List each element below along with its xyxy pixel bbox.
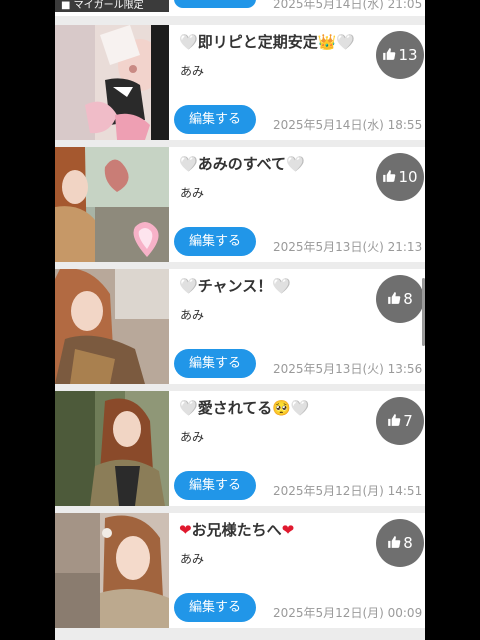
post-title: 🤍愛されてる🥺🤍 [178, 397, 310, 418]
like-count: 8 [403, 290, 413, 308]
post-title-text: あみのすべて [197, 155, 287, 173]
heart-icon: 🤍 [178, 154, 198, 173]
partial-date: 2025年5月14日(水) 21:05 [273, 0, 423, 11]
heart-icon: 🤍 [272, 276, 292, 295]
like-badge[interactable]: 13 [376, 31, 424, 79]
partial-thumbnail[interactable]: ■ マイガール限定 [55, 0, 169, 12]
post-title-text: チャンス！ [197, 277, 273, 295]
heart-icon: 🤍 [178, 276, 198, 295]
post-thumbnail[interactable] [55, 513, 169, 628]
heart-icon: 🤍 [178, 32, 198, 51]
scrollbar[interactable] [422, 278, 425, 346]
heart-icon: 🤍 [336, 32, 356, 51]
like-count: 13 [398, 46, 418, 64]
like-count: 8 [403, 534, 413, 552]
edit-button[interactable]: 編集する [174, 349, 256, 378]
post-date: 2025年5月13日(火) 21:13 [273, 240, 423, 254]
edit-button[interactable]: 編集する [174, 227, 256, 256]
post-card: 🤍愛されてる🥺🤍 あみ 編集する 2025年5月12日(月) 14:51 7 [55, 391, 425, 506]
heart-icon: 🤍 [285, 154, 305, 173]
post-card: ❤お兄様たちへ❤ あみ 編集する 2025年5月12日(月) 00:09 8 [55, 513, 425, 628]
edit-button[interactable]: 編集する [174, 593, 256, 622]
heart-icon: ❤ [179, 521, 192, 539]
post-date: 2025年5月12日(月) 00:09 [273, 606, 423, 620]
post-thumbnail[interactable] [55, 147, 169, 262]
thumbs-up-icon [382, 168, 396, 187]
post-date: 2025年5月12日(月) 14:51 [273, 484, 423, 498]
heart-icon: 🤍 [178, 398, 198, 417]
post-thumbnail[interactable] [55, 391, 169, 506]
post-title-text: 愛されてる🥺 [197, 399, 291, 417]
thumbs-up-icon [382, 46, 396, 65]
post-title-text: 即リピと定期安定👑 [197, 33, 337, 51]
thumbs-up-icon [387, 534, 401, 553]
like-badge[interactable]: 7 [376, 397, 424, 445]
post-title: 🤍あみのすべて🤍 [178, 153, 305, 174]
edit-button[interactable]: 編集する [174, 471, 256, 500]
post-thumbnail[interactable] [55, 269, 169, 384]
post-title: 🤍チャンス！🤍 [178, 275, 292, 296]
heart-icon: ❤ [281, 521, 295, 539]
post-thumbnail[interactable] [55, 25, 169, 140]
post-date: 2025年5月13日(火) 13:56 [273, 362, 423, 376]
partial-edit-button[interactable] [174, 0, 256, 8]
post-list-screen: ■ マイガール限定 2025年5月14日(水) 21:05 🤍即リピと定期安定👑… [55, 0, 425, 640]
post-author: あみ [180, 186, 205, 200]
post-card: 🤍あみのすべて🤍 あみ 編集する 2025年5月13日(火) 21:13 10 [55, 147, 425, 262]
partial-post-top: ■ マイガール限定 2025年5月14日(水) 21:05 [55, 0, 425, 16]
like-count: 7 [403, 412, 413, 430]
post-card: 🤍チャンス！🤍 あみ 編集する 2025年5月13日(火) 13:56 8 [55, 269, 425, 384]
post-author: あみ [180, 64, 205, 78]
post-author: あみ [180, 308, 205, 322]
like-count: 10 [398, 168, 418, 186]
post-title: 🤍即リピと定期安定👑🤍 [178, 31, 356, 52]
like-badge[interactable]: 10 [376, 153, 424, 201]
post-card: 🤍即リピと定期安定👑🤍 あみ 編集する 2025年5月14日(水) 18:55 … [55, 25, 425, 140]
like-badge[interactable]: 8 [376, 519, 424, 567]
post-date: 2025年5月14日(水) 18:55 [273, 118, 423, 132]
like-badge[interactable]: 8 [376, 275, 424, 323]
post-author: あみ [180, 430, 205, 444]
post-title: ❤お兄様たちへ❤ [179, 519, 294, 540]
thumbs-up-icon [387, 412, 401, 431]
heart-icon: 🤍 [290, 398, 310, 417]
post-author: あみ [180, 552, 205, 566]
edit-button[interactable]: 編集する [174, 105, 256, 134]
thumbs-up-icon [387, 290, 401, 309]
bottom-edge [55, 628, 425, 640]
post-title-text: お兄様たちへ [191, 521, 282, 539]
